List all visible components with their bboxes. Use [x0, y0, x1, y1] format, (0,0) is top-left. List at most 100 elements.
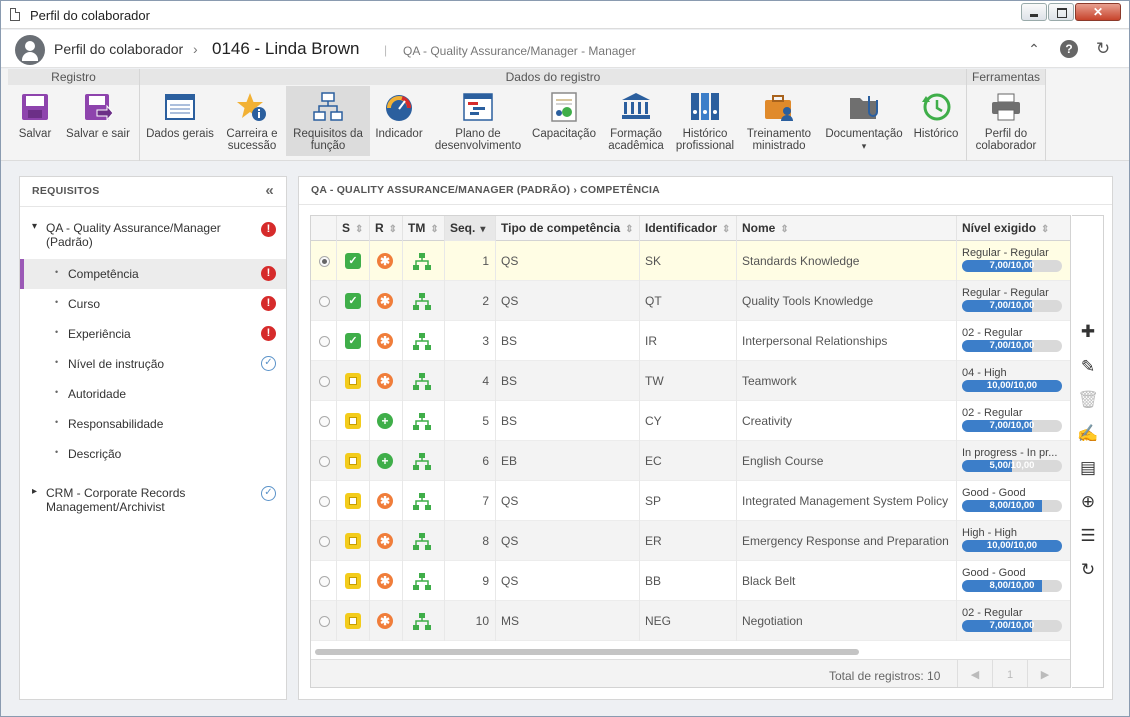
row-radio[interactable]: [319, 536, 330, 547]
tree-node-competencia[interactable]: • Competência !: [20, 259, 286, 289]
table-row[interactable]: ✓ ✱ 1 QS SK Standards Knowledge Regular - Regu…: [311, 241, 1070, 281]
chevron-down-icon[interactable]: ▾: [823, 140, 905, 152]
select-cell[interactable]: [311, 281, 337, 321]
org-chart-icon: [313, 92, 343, 122]
close-button[interactable]: ✕: [1075, 3, 1121, 21]
identificador-cell: NEG: [640, 601, 737, 641]
employee-profile-print-button[interactable]: Perfil do colaborador: [973, 86, 1039, 156]
reload-icon[interactable]: ↻: [1077, 559, 1099, 581]
select-cell[interactable]: [311, 481, 337, 521]
select-cell[interactable]: [311, 321, 337, 361]
table-row[interactable]: +6 EB EC English Course In progress - In pr.…: [311, 441, 1070, 481]
col-nivel[interactable]: Nível exigido ⇕: [957, 216, 1070, 241]
select-cell[interactable]: [311, 521, 337, 561]
row-radio[interactable]: [319, 416, 330, 427]
prev-page-button[interactable]: ◀: [957, 660, 992, 687]
table-row[interactable]: +5 BS CY Creativity 02 - Regular 7,00/10,00: [311, 401, 1070, 441]
seq-cell: 9: [445, 561, 496, 601]
table-row[interactable]: ✱ 8 QS ER Emergency Response and Preparation…: [311, 521, 1070, 561]
page-number[interactable]: 1: [992, 660, 1027, 687]
double-chevron-up-icon[interactable]: ⌃: [1025, 40, 1043, 58]
row-radio[interactable]: [319, 616, 330, 627]
identificador-cell: IR: [640, 321, 737, 361]
r-cell: ✱: [370, 321, 403, 361]
target-icon[interactable]: ⊕: [1077, 491, 1099, 513]
training-button[interactable]: Capacitação: [530, 86, 598, 156]
tree-node-autoridade[interactable]: • Autoridade: [20, 379, 286, 409]
tree-node-qa[interactable]: ▾ QA - Quality Assurance/Manager (Padrão…: [20, 221, 286, 257]
expand-closed-icon[interactable]: ▸: [32, 486, 37, 497]
row-radio[interactable]: [319, 576, 330, 587]
job-requirements-button[interactable]: Requisitos da função: [286, 86, 370, 156]
col-seq[interactable]: Seq. ▾: [445, 216, 496, 241]
select-cell[interactable]: [311, 361, 337, 401]
save-exit-label: Salvar e sair: [66, 128, 130, 140]
table-row[interactable]: ✱ 9 QS BB Black Belt Good - Good 8,00/10,00: [311, 561, 1070, 601]
ribbon-toolbar: Registro Dados do registro Ferramentas S…: [1, 69, 1129, 161]
module-title[interactable]: Perfil do colaborador: [54, 41, 183, 57]
indicator-button[interactable]: Indicador: [372, 86, 426, 156]
col-identificador[interactable]: Identificador ⇕: [640, 216, 737, 241]
row-radio[interactable]: [319, 456, 330, 467]
list-icon[interactable]: ☰: [1077, 525, 1099, 547]
tree-node-crm[interactable]: ▸ CRM - Corporate Records Management/Arc…: [20, 486, 286, 522]
select-cell[interactable]: [311, 241, 337, 281]
tm-cell: [403, 601, 445, 641]
tree-node-responsabilidade[interactable]: • Responsabilidade: [20, 409, 286, 439]
table-row[interactable]: ✱ 7 QS SP Integrated Management System Polic…: [311, 481, 1070, 521]
printer-icon: [991, 92, 1021, 122]
row-radio[interactable]: [319, 496, 330, 507]
row-radio[interactable]: [319, 376, 330, 387]
certificate-view-icon[interactable]: ▤: [1077, 457, 1099, 479]
horizontal-scrollbar[interactable]: [315, 649, 859, 655]
next-page-button[interactable]: ▶: [1027, 660, 1062, 687]
row-radio[interactable]: [319, 296, 330, 307]
identificador-cell: SP: [640, 481, 737, 521]
table-row[interactable]: ✱ 10 MS NEG Negotiation 02 - Regular 7,00/10,0…: [311, 601, 1070, 641]
save-and-exit-button[interactable]: Salvar e sair: [61, 86, 135, 156]
tree-node-label: CRM - Corporate Records Management/Archi…: [46, 486, 186, 514]
tree-node-nivel-instrucao[interactable]: • Nível de instrução ✓: [20, 349, 286, 379]
nome-cell: Quality Tools Knowledge: [737, 281, 957, 321]
select-cell[interactable]: [311, 601, 337, 641]
col-r[interactable]: R ⇕: [370, 216, 403, 241]
requirement-plus-icon: +: [377, 453, 393, 469]
career-button[interactable]: Carreira e sucessão: [220, 86, 284, 156]
select-cell[interactable]: [311, 401, 337, 441]
col-nome[interactable]: Nome ⇕: [737, 216, 957, 241]
evaluate-icon[interactable]: ✍: [1077, 423, 1099, 445]
help-icon[interactable]: ?: [1060, 40, 1078, 58]
select-cell[interactable]: [311, 441, 337, 481]
tree-node-curso[interactable]: • Curso !: [20, 289, 286, 319]
academic-button[interactable]: Formação acadêmica: [602, 86, 670, 156]
r-cell: ✱: [370, 241, 403, 281]
table-row[interactable]: ✓ ✱ 2 QS QT Quality Tools Knowledge Regular - …: [311, 281, 1070, 321]
refresh-icon[interactable]: ↻: [1094, 40, 1112, 58]
maximize-button[interactable]: [1048, 3, 1074, 21]
table-row[interactable]: ✱ 4 BS TW Teamwork 04 - High 10,00/10,00: [311, 361, 1070, 401]
col-s[interactable]: S ⇕: [337, 216, 370, 241]
col-tipo[interactable]: Tipo de competência ⇕: [496, 216, 640, 241]
general-data-button[interactable]: Dados gerais: [144, 86, 216, 156]
professional-history-button[interactable]: Histórico profissional: [672, 86, 738, 156]
seq-cell: 3: [445, 321, 496, 361]
development-plan-button[interactable]: Plano de desenvolvimento: [433, 86, 523, 156]
expand-open-icon[interactable]: ▾: [32, 221, 37, 232]
taught-training-button[interactable]: Treinamento ministrado: [742, 86, 816, 156]
save-button[interactable]: Salvar: [13, 86, 57, 156]
row-radio[interactable]: [319, 256, 330, 267]
col-tm[interactable]: TM ⇕: [403, 216, 445, 241]
delete-icon[interactable]: 🗑: [1077, 389, 1099, 411]
minimize-button[interactable]: [1021, 3, 1047, 21]
documentation-button[interactable]: Documentação ▾: [823, 86, 905, 156]
bullet-icon: •: [55, 267, 59, 277]
select-cell[interactable]: [311, 561, 337, 601]
history-button[interactable]: Histórico: [910, 86, 962, 156]
tree-node-descricao[interactable]: • Descrição: [20, 439, 286, 469]
table-row[interactable]: ✓ ✱ 3 BS IR Interpersonal Relationships 02 - R…: [311, 321, 1070, 361]
edit-icon[interactable]: ✎: [1077, 356, 1099, 378]
add-icon[interactable]: ✚: [1077, 321, 1099, 343]
tree-node-experiencia[interactable]: • Experiência !: [20, 319, 286, 349]
row-radio[interactable]: [319, 336, 330, 347]
collapse-panel-icon[interactable]: «: [265, 177, 274, 205]
